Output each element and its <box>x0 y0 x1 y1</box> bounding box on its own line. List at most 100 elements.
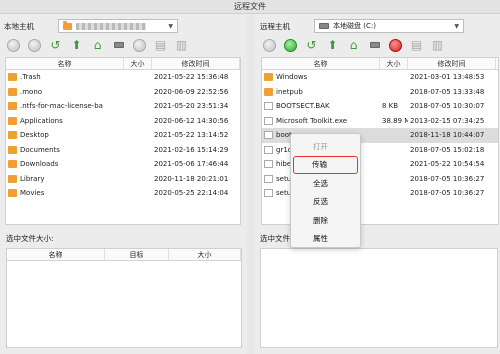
file-row[interactable]: Microsoft Toolkit.exe 38.89 MB2013-02-15 … <box>262 114 498 129</box>
file-name: BOOTSECT.BAK <box>276 102 330 111</box>
context-menu-item[interactable]: 全选 <box>291 174 360 193</box>
file-modified-time: 2020-06-09 22:52:56 <box>154 87 229 96</box>
file-name: .Trash <box>20 73 41 82</box>
file-modified-time: 2018-11-18 10:44:07 <box>410 131 485 140</box>
file-name: Library <box>20 174 45 183</box>
file-name-cell: Movies <box>6 189 124 198</box>
file-modified-time: 2021-03-01 13:48:53 <box>410 73 485 82</box>
local-path-select[interactable]: ▼ <box>58 19 178 33</box>
folder-icon <box>8 189 17 198</box>
file-name: .ntfs-for-mac-license-ba <box>20 102 103 111</box>
col-name-header[interactable]: 名称 <box>262 58 380 69</box>
new-folder-icon: ▤ <box>154 38 167 52</box>
properties-icon: ▥ <box>431 38 444 52</box>
file-row[interactable]: BOOTSECT.BAK 8 KB 2018-07-05 10:30:07 <box>262 99 498 114</box>
local-toolbar: ↺ ⬆ ⌂ ▤ ▥ <box>6 36 189 54</box>
file-modified-time: 2021-05-20 23:51:34 <box>154 102 229 111</box>
file-modified-time: 2018-07-05 13:33:48 <box>410 87 485 96</box>
file-modified-time: 2018-07-05 10:30:07 <box>410 102 485 111</box>
drive-label: 本地磁盘 (C:) <box>333 22 376 30</box>
col-size-header[interactable]: 大小 <box>124 58 152 69</box>
folder-icon <box>8 102 17 111</box>
up-folder-button[interactable]: ⬆ <box>325 38 340 53</box>
chevron-down-icon: ▼ <box>168 22 173 30</box>
context-menu-item[interactable]: 传输 <box>293 155 358 174</box>
file-modified-time: 2021-05-22 10:54:54 <box>410 160 485 169</box>
context-menu-item[interactable]: 属性 <box>291 230 360 249</box>
up-folder-icon: ⬆ <box>327 38 338 52</box>
file-name-cell: BOOTSECT.BAK <box>262 102 380 111</box>
transfer-queue: 名称 目标 大小 <box>6 248 242 348</box>
file-name: Movies <box>20 189 45 198</box>
stop-button[interactable] <box>388 38 403 53</box>
file-size: 8 KB <box>382 102 399 111</box>
file-name: Microsoft Toolkit.exe <box>276 116 348 125</box>
disk-button[interactable] <box>111 38 126 53</box>
refresh-button[interactable]: ↺ <box>304 38 319 53</box>
queue-target-header[interactable]: 目标 <box>105 249 169 260</box>
file-row[interactable]: Desktop 2021-05-22 13:14:52 <box>6 128 240 143</box>
remote-location-row: 远程主机 本地磁盘 (C:) ▼ <box>260 18 464 34</box>
up-folder-button[interactable]: ⬆ <box>69 38 84 53</box>
forward-icon <box>28 38 41 52</box>
file-name-cell: Desktop <box>6 131 124 140</box>
pane-splitter[interactable] <box>247 14 255 354</box>
file-modified-time: 2018-07-05 10:36:27 <box>410 174 485 183</box>
forward-icon <box>284 38 297 52</box>
folder-icon <box>264 73 273 82</box>
file-icon <box>264 102 273 111</box>
file-row[interactable]: Applications 2020-06-12 14:30:56 <box>6 114 240 129</box>
file-modified-time: 2021-05-22 15:36:48 <box>154 73 229 82</box>
col-time-header[interactable]: 修改时间 <box>408 58 496 69</box>
file-row[interactable]: Windows 2021-03-01 13:48:53 <box>262 70 498 85</box>
queue-size-header[interactable]: 大小 <box>169 249 241 260</box>
file-name-cell: inetpub <box>262 87 380 96</box>
home-button[interactable]: ⌂ <box>90 38 105 53</box>
stop-button[interactable] <box>132 38 147 53</box>
home-button[interactable]: ⌂ <box>346 38 361 53</box>
file-row[interactable]: .mono 2020-06-09 22:52:56 <box>6 85 240 100</box>
new-folder-button[interactable]: ▤ <box>153 38 168 53</box>
file-row[interactable]: inetpub 2018-07-05 13:33:48 <box>262 85 498 100</box>
folder-icon <box>264 87 273 96</box>
file-row[interactable]: .ntfs-for-mac-license-ba 2021-05-20 23:51… <box>6 99 240 114</box>
properties-button[interactable]: ▥ <box>174 38 189 53</box>
file-name-cell: Applications <box>6 116 124 125</box>
file-row[interactable]: Library 2020-11-18 20:21:01 <box>6 172 240 187</box>
folder-icon <box>8 87 17 96</box>
queue-name-header[interactable]: 名称 <box>7 249 105 260</box>
remote-toolbar: ↺ ⬆ ⌂ ▤ ▥ <box>262 36 445 54</box>
local-file-list: 名称 大小 修改时间 .Trash 2021-05-22 15:36:48 .mon… <box>5 57 241 225</box>
file-name-cell: Microsoft Toolkit.exe <box>262 116 380 125</box>
file-size: 38.89 MB <box>382 116 408 125</box>
properties-button[interactable]: ▥ <box>430 38 445 53</box>
file-row[interactable]: Movies 2020-05-25 22:14:04 <box>6 186 240 201</box>
disk-button[interactable] <box>367 38 382 53</box>
context-menu-item[interactable]: 反选 <box>291 193 360 212</box>
home-icon: ⌂ <box>349 38 358 52</box>
back-button[interactable] <box>6 38 21 53</box>
file-row[interactable]: Documents 2021-02-16 15:14:29 <box>6 143 240 158</box>
file-row[interactable]: .Trash 2021-05-22 15:36:48 <box>6 70 240 85</box>
back-button[interactable] <box>262 38 277 53</box>
remote-drive-select[interactable]: 本地磁盘 (C:) ▼ <box>314 19 464 33</box>
file-name-cell: Windows <box>262 73 380 82</box>
file-name: inetpub <box>276 87 303 96</box>
refresh-button[interactable]: ↺ <box>48 38 63 53</box>
col-size-header[interactable]: 大小 <box>380 58 408 69</box>
col-name-header[interactable]: 名称 <box>6 58 124 69</box>
folder-icon <box>63 20 72 30</box>
file-name: Documents <box>20 145 60 154</box>
file-row[interactable]: Downloads 2021-05-06 17:46:44 <box>6 157 240 172</box>
forward-button[interactable] <box>283 38 298 53</box>
new-folder-button[interactable]: ▤ <box>409 38 424 53</box>
drive-icon <box>319 23 329 29</box>
context-menu-item: 打开 <box>313 141 328 151</box>
forward-button[interactable] <box>27 38 42 53</box>
context-menu: 打开传输 全选 反选 删除 属性 <box>290 133 361 248</box>
file-name: Downloads <box>20 160 59 169</box>
folder-icon <box>8 131 17 140</box>
col-time-header[interactable]: 修改时间 <box>152 58 240 69</box>
local-selected-size: 选中文件大小: <box>6 234 54 243</box>
context-menu-item[interactable]: 删除 <box>291 211 360 230</box>
